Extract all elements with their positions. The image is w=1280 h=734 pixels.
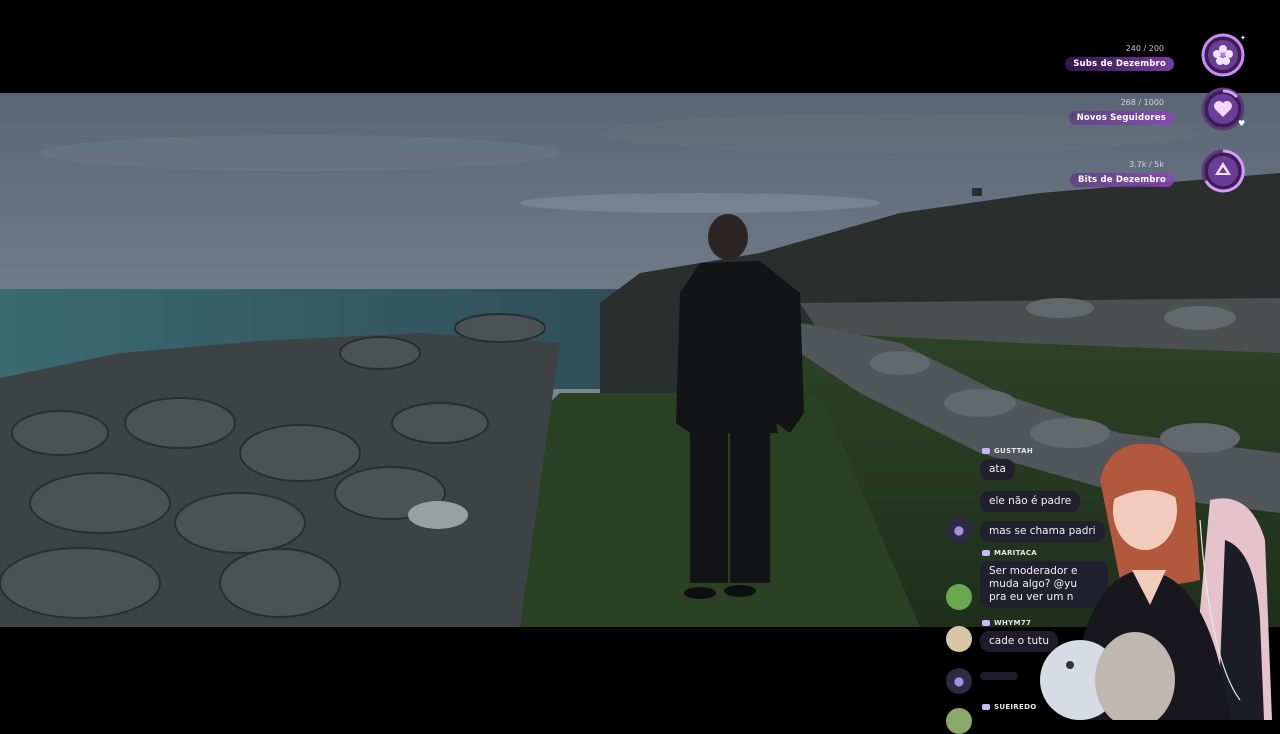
chat-username: GUSTTAH [982,447,1033,455]
badge-icon [982,550,990,556]
user-avatar-icon: ● [946,517,972,543]
user-avatar [946,708,972,734]
badge-icon [982,448,990,454]
goal-label: Novos Seguidores [1068,111,1174,125]
flower-icon: ✦ [1201,33,1246,77]
chat-username: MARITACA [982,549,1037,557]
goal-followers: 268 / 1000 Novos Seguidores ♥ [986,87,1246,144]
goal-count: 240 / 200 [1125,44,1164,53]
badge-icon [982,704,990,710]
goal-count: 3.7k / 5k [1129,160,1164,169]
goal-subs: 240 / 200 Subs de Dezembro ✦ [986,33,1246,90]
goal-label: Bits de Dezembro [1070,173,1174,187]
goal-bits: 3.7k / 5k Bits de Dezembro [986,149,1246,206]
streamer-image [1040,443,1272,728]
svg-text:✦: ✦ [1240,34,1246,42]
chat-username: SUEIREDO [982,703,1036,711]
chat-username: WHYM77 [982,619,1031,627]
user-avatar [946,626,972,652]
svg-text:♥: ♥ [1238,119,1245,128]
chat-message [980,672,1018,680]
user-avatar [946,584,972,610]
chat-message: ata [980,459,1015,480]
gem-icon [1201,149,1245,193]
badge-icon [982,620,990,626]
heart-icon: ♥ [1201,87,1245,131]
goal-label: Subs de Dezembro [1065,57,1174,71]
streamer-webcam [1040,430,1280,728]
goal-count: 268 / 1000 [1120,98,1164,107]
user-avatar-icon: ● [946,668,972,694]
